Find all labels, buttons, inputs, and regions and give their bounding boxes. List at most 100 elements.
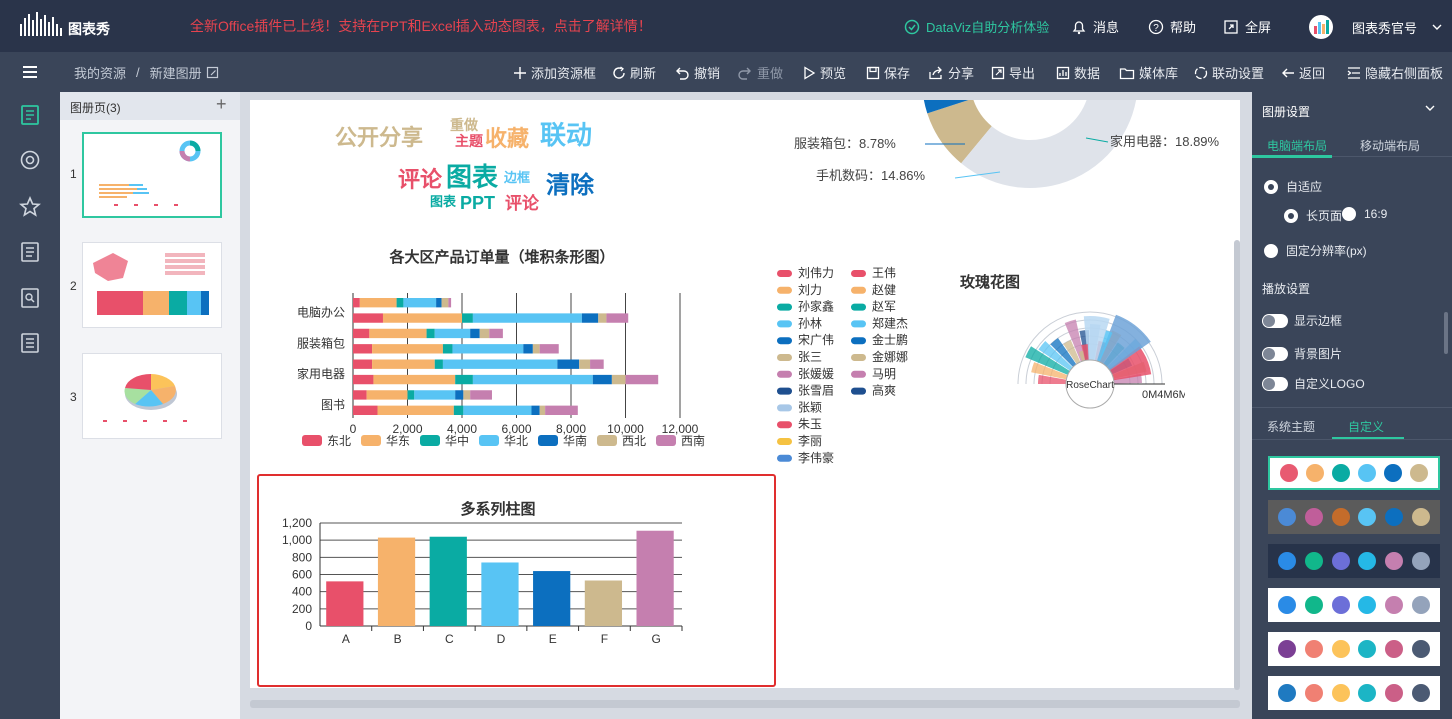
dataviz-icon bbox=[904, 19, 920, 34]
help-link[interactable]: ? 帮助 bbox=[1148, 17, 1196, 36]
theme-color-swatch bbox=[1411, 684, 1430, 702]
target-icon[interactable] bbox=[19, 149, 41, 171]
long-page-radio[interactable]: 长页面 bbox=[1284, 207, 1342, 224]
y-tick-label: 家用电器 bbox=[297, 366, 345, 381]
bar-segment bbox=[353, 405, 378, 415]
hide-right-panel-button[interactable]: 隐藏右侧面板 bbox=[1347, 63, 1443, 82]
user-menu[interactable]: 图表秀官号 bbox=[1308, 14, 1443, 40]
save-button[interactable]: 保存 bbox=[866, 63, 910, 82]
fixed-resolution-radio[interactable]: 固定分辨率(px) bbox=[1264, 242, 1367, 259]
multi-series-bar-chart[interactable]: 多系列柱图 0 200 400 600 800 1,000 1,200 A B C D E F G bbox=[270, 485, 770, 680]
bar-segment bbox=[353, 374, 374, 385]
stacked-bar-chart[interactable]: 各大区产品订单量（堆积条形图）0 2,000 4,000 6,000 8,000 10,0… bbox=[280, 240, 720, 460]
star-icon[interactable] bbox=[19, 196, 41, 218]
preview-button[interactable]: 预览 bbox=[802, 63, 846, 82]
horizontal-scrollbar[interactable] bbox=[250, 700, 1240, 708]
media-library-button[interactable]: 媒体库 bbox=[1119, 63, 1178, 82]
breadcrumb-my-resources[interactable]: 我的资源 bbox=[74, 63, 126, 82]
thumbnail-preview bbox=[99, 140, 201, 206]
theme-color-swatch bbox=[1304, 684, 1323, 702]
legend-label: 华东 bbox=[386, 434, 410, 448]
redo-button[interactable]: 重做 bbox=[737, 63, 783, 82]
legend-label: 李伟豪 bbox=[798, 450, 834, 465]
theme-color-swatch bbox=[1384, 464, 1402, 482]
theme-option[interactable] bbox=[1268, 500, 1440, 534]
bar-segment bbox=[442, 344, 453, 354]
export-button[interactable]: 导出 bbox=[991, 63, 1035, 82]
avatar bbox=[1309, 15, 1333, 39]
bar-segment bbox=[581, 313, 599, 323]
messages-link[interactable]: 消息 bbox=[1071, 17, 1119, 36]
add-page-button[interactable]: + bbox=[216, 94, 227, 115]
theme-color-swatch bbox=[1384, 640, 1403, 658]
theme-color-swatch bbox=[1304, 552, 1323, 570]
legend-swatch bbox=[851, 286, 866, 294]
legend-swatch bbox=[851, 320, 866, 328]
toolbar: 我的资源 / 新建图册 添加资源框 刷新 撤销 重做 预览 保存 分享 导出 数… bbox=[0, 52, 1452, 92]
bar-segment bbox=[455, 374, 473, 385]
undo-button[interactable]: 撤销 bbox=[674, 63, 720, 82]
share-icon bbox=[929, 66, 942, 79]
right-panel-scrollbar[interactable] bbox=[1444, 312, 1448, 354]
hide-panel-icon bbox=[1347, 66, 1360, 79]
donut-chart[interactable]: 服装箱包：8.78% 手机数码：14.86% 家用电器：18.89% bbox=[770, 100, 1240, 200]
bar bbox=[584, 580, 623, 626]
refresh-button[interactable]: 刷新 bbox=[612, 63, 656, 82]
tab-mobile-layout[interactable]: 移动端布局 bbox=[1360, 137, 1420, 154]
legend-swatch bbox=[777, 438, 792, 445]
bar-segment bbox=[455, 390, 464, 400]
edit-icon[interactable] bbox=[206, 66, 219, 79]
ratio-169-radio[interactable]: 16:9 bbox=[1342, 207, 1387, 221]
adaptive-radio[interactable]: 自适应 bbox=[1264, 178, 1322, 195]
theme-color-swatch bbox=[1358, 464, 1376, 482]
linkage-settings-button[interactable]: 联动设置 bbox=[1194, 63, 1264, 82]
word-cloud-word: PPT bbox=[460, 193, 496, 213]
page-thumbnail-3[interactable] bbox=[82, 353, 222, 439]
bar-segment bbox=[359, 298, 397, 308]
theme-option[interactable] bbox=[1268, 544, 1440, 578]
promo-banner[interactable]: 全新Office插件已上线！支持在PPT和Excel插入动态图表，点击了解详情！ bbox=[190, 16, 652, 36]
custom-logo-toggle[interactable]: 自定义LOGO bbox=[1262, 375, 1365, 392]
tab-desktop-layout[interactable]: 电脑端布局 bbox=[1267, 137, 1327, 154]
list-icon[interactable] bbox=[19, 332, 41, 354]
theme-color-swatch bbox=[1331, 640, 1350, 658]
background-image-toggle[interactable]: 背景图片 bbox=[1262, 345, 1342, 362]
breadcrumb-new-album[interactable]: 新建图册 bbox=[150, 63, 202, 82]
pages-icon[interactable] bbox=[19, 104, 41, 126]
theme-color-swatch bbox=[1411, 508, 1430, 526]
rose-chart[interactable]: 刘伟力 王伟刘力 赵健孙家鑫 赵军孙林 郑建杰宋广伟 金士鹏张三 金娜娜张媛媛 马明张雪眉 高爽… bbox=[765, 260, 1185, 480]
thumbnail-preview bbox=[103, 373, 187, 422]
theme-option[interactable] bbox=[1268, 588, 1440, 622]
tab-custom-theme[interactable]: 自定义 bbox=[1348, 418, 1384, 435]
search-document-icon[interactable] bbox=[19, 287, 41, 309]
document-icon[interactable] bbox=[19, 241, 41, 263]
legend-swatch bbox=[538, 435, 558, 446]
vertical-scrollbar[interactable] bbox=[1234, 240, 1240, 690]
page-thumbnail-2[interactable] bbox=[82, 242, 222, 328]
theme-color-swatch bbox=[1358, 508, 1377, 526]
share-button[interactable]: 分享 bbox=[928, 63, 974, 82]
play-settings-label: 播放设置 bbox=[1262, 282, 1311, 296]
chevron-down-icon[interactable] bbox=[1424, 102, 1436, 114]
bar-segment bbox=[414, 390, 456, 400]
add-resource-button[interactable]: 添加资源框 bbox=[513, 63, 596, 82]
theme-option[interactable] bbox=[1268, 456, 1440, 490]
data-button[interactable]: 数据 bbox=[1056, 63, 1100, 82]
fullscreen-link[interactable]: 全屏 bbox=[1223, 17, 1271, 36]
bar-segment bbox=[353, 328, 370, 339]
legend-swatch bbox=[777, 387, 792, 395]
theme-color-swatch bbox=[1331, 552, 1350, 570]
menu-icon[interactable] bbox=[22, 64, 38, 80]
logo[interactable]: 图表秀 bbox=[18, 10, 128, 42]
theme-option[interactable] bbox=[1268, 632, 1440, 666]
word-cloud[interactable]: 公开分享 重做 主题 收藏 联动 评论 图表 边框 清除 图表 PPT 评论 bbox=[320, 100, 640, 215]
legend-label: 张雪眉 bbox=[798, 384, 834, 398]
show-border-toggle[interactable]: 显示边框 bbox=[1262, 312, 1342, 329]
page-thumbnail-1[interactable] bbox=[82, 132, 222, 218]
dataviz-link[interactable]: DataViz自助分析体验 bbox=[904, 17, 1049, 36]
tab-system-theme[interactable]: 系统主题 bbox=[1267, 418, 1315, 435]
theme-color-swatch bbox=[1358, 684, 1377, 702]
theme-option[interactable] bbox=[1268, 676, 1440, 710]
back-button[interactable]: 返回 bbox=[1281, 63, 1325, 82]
bar-segment bbox=[463, 390, 471, 400]
